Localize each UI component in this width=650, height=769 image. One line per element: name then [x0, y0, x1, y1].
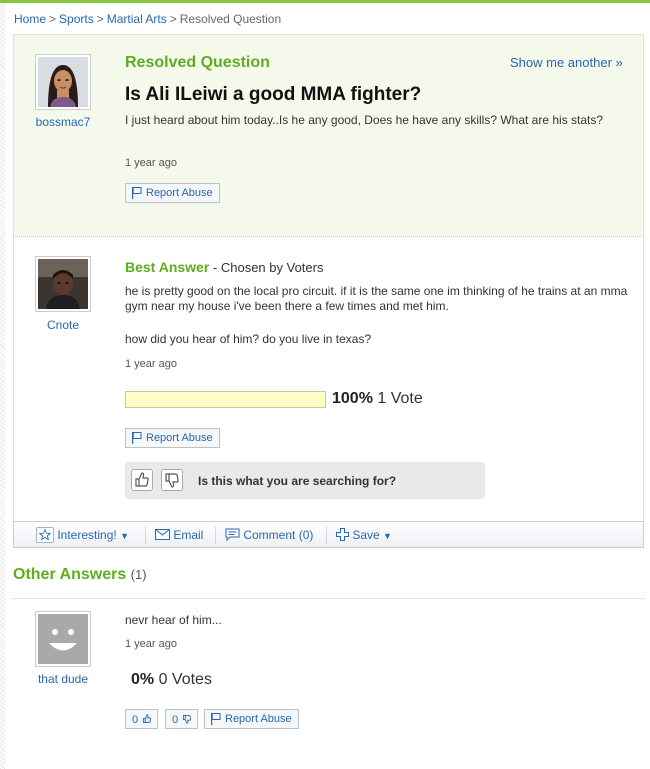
- report-abuse-label: Report Abuse: [146, 432, 213, 444]
- breadcrumb-sports[interactable]: Sports: [59, 12, 94, 26]
- best-answer-label: Best Answer: [125, 259, 210, 275]
- question-report-abuse-button[interactable]: Report Abuse: [125, 183, 220, 203]
- vote-count: 1 Vote: [377, 390, 423, 407]
- other-thumbs-up-button[interactable]: 0: [125, 709, 159, 729]
- other-answers-heading: Other Answers (1): [13, 566, 147, 584]
- report-abuse-label: Report Abuse: [225, 713, 292, 725]
- save-button[interactable]: Save ▼: [336, 528, 392, 542]
- divider: [13, 598, 644, 599]
- other-thumbs-down-button[interactable]: 0: [165, 709, 199, 729]
- chosen-by-label: - Chosen by Voters: [209, 260, 324, 275]
- thumbs-down-count: 0: [172, 714, 179, 726]
- thumbs-up-icon: [135, 472, 149, 487]
- comment-icon: [225, 528, 240, 542]
- feedback-question: Is this what you are searching for?: [198, 474, 397, 488]
- other-answer-body: nevr hear of him...: [125, 613, 222, 627]
- comment-button[interactable]: Comment (0): [225, 528, 313, 542]
- answerer-username[interactable]: Cnote: [23, 318, 103, 332]
- action-separator: [326, 526, 327, 544]
- question-title: Is Ali ILeiwi a good MMA fighter?: [125, 84, 422, 105]
- flag-icon: [211, 713, 221, 725]
- save-label: Save: [352, 528, 380, 542]
- search-feedback-box: Is this what you are searching for?: [125, 462, 485, 499]
- best-answer-body: he is pretty good on the local pro circu…: [125, 284, 628, 313]
- answerer-avatar-image: [38, 259, 88, 309]
- other-answer-votes: 0% 0 Votes: [131, 671, 212, 689]
- star-icon: [36, 527, 54, 543]
- breadcrumb: Home > Sports > Martial Arts > Resolved Questi…: [14, 12, 282, 26]
- best-answer-body-2: how did you hear of him? do you live in …: [125, 332, 372, 346]
- top-accent-bar: [0, 0, 650, 3]
- email-label: Email: [173, 528, 204, 542]
- email-button[interactable]: Email: [155, 528, 203, 542]
- action-bar: Interesting! ▼ Email Comment (0) Save ▼: [13, 521, 644, 548]
- breadcrumb-martial-arts[interactable]: Martial Arts: [107, 12, 167, 26]
- show-another-link[interactable]: Show me another »: [510, 55, 623, 70]
- question-status: Resolved Question: [125, 54, 270, 71]
- interesting-button[interactable]: Interesting! ▼: [36, 527, 129, 543]
- flag-icon: [132, 187, 142, 199]
- best-answer-header: Best Answer - Chosen by Voters: [125, 259, 323, 275]
- thumbs-down-icon: [165, 473, 179, 488]
- question-time: 1 year ago: [125, 157, 177, 169]
- interesting-label: Interesting!: [57, 528, 117, 542]
- thumbs-up-count: 0: [132, 714, 139, 726]
- thumbs-down-button[interactable]: [161, 469, 183, 491]
- thumbs-up-icon: [143, 714, 152, 724]
- asker-username[interactable]: bossmac7: [23, 115, 103, 129]
- other-vote-count: 0 Votes: [158, 671, 212, 688]
- default-avatar-icon: [38, 614, 88, 664]
- other-vote-percent: 0%: [131, 671, 155, 688]
- other-answers-title: Other Answers: [13, 566, 127, 583]
- other-answerer-username[interactable]: that dude: [23, 672, 103, 686]
- question-body: I just heard about him today..Is he any …: [125, 113, 604, 127]
- other-answer-time: 1 year ago: [125, 638, 177, 650]
- action-separator: [145, 526, 146, 544]
- thumbs-down-icon: [183, 714, 192, 724]
- vote-percent: 100%: [332, 390, 373, 407]
- best-answer-time: 1 year ago: [125, 358, 177, 370]
- comment-label: Comment (0): [243, 528, 314, 542]
- chevron-down-icon: ▼: [383, 531, 392, 541]
- other-answerer-avatar[interactable]: [35, 611, 91, 667]
- breadcrumb-home[interactable]: Home: [14, 12, 46, 26]
- thumbs-up-button[interactable]: [131, 469, 153, 491]
- other-report-abuse-button[interactable]: Report Abuse: [204, 709, 299, 729]
- answerer-avatar[interactable]: [35, 256, 91, 312]
- asker-avatar[interactable]: [35, 54, 91, 110]
- other-answers-count: (1): [130, 567, 147, 582]
- breadcrumb-current: Resolved Question: [179, 12, 282, 26]
- vote-summary: 100% 1 Vote: [332, 390, 423, 408]
- action-separator: [215, 526, 216, 544]
- report-abuse-label: Report Abuse: [146, 187, 213, 199]
- plus-icon: [336, 528, 349, 541]
- left-border-pattern: [0, 3, 5, 769]
- answer-report-abuse-button[interactable]: Report Abuse: [125, 428, 220, 448]
- asker-avatar-image: [38, 57, 88, 107]
- envelope-icon: [155, 529, 170, 540]
- chevron-down-icon: ▼: [120, 531, 129, 541]
- flag-icon: [132, 432, 142, 444]
- vote-bar: [125, 391, 326, 408]
